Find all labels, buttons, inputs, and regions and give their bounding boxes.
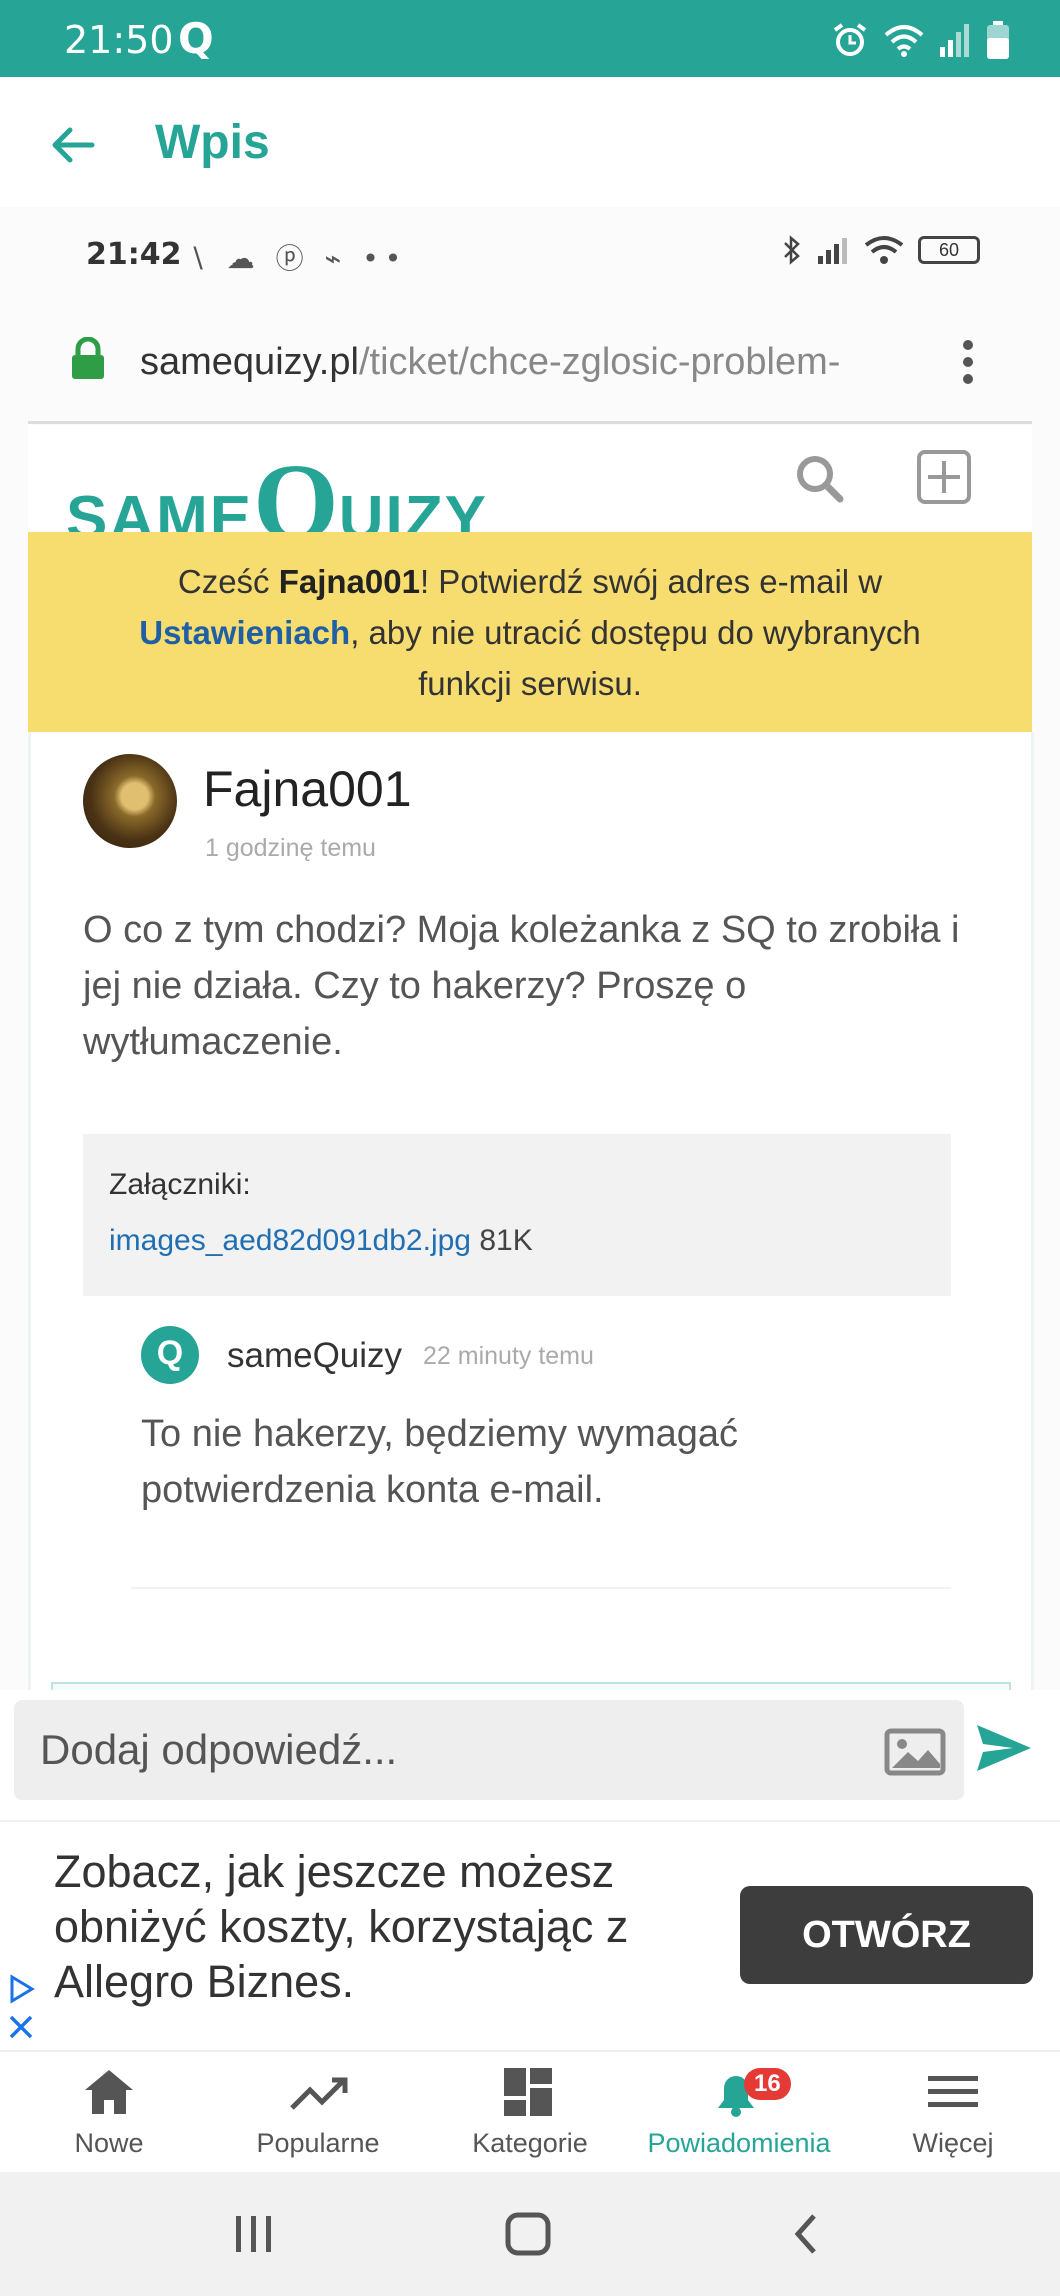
battery-icon <box>987 21 1009 59</box>
reply-bar: Dodaj odpowiedź... <box>0 1690 1060 1820</box>
banner-username: Fajna001 <box>278 563 420 600</box>
inner-status-time: 21:42 <box>86 237 182 272</box>
inner-status-icons: ∖ ☁ ⓟ ⌁ •• <box>188 242 408 275</box>
nav-item-kategorie[interactable]: Kategorie <box>418 2052 642 2174</box>
back-arrow-icon[interactable] <box>48 121 96 169</box>
status-time: 21:50 <box>64 18 174 62</box>
home-icon <box>85 2070 133 2114</box>
reply-time: 22 minuty temu <box>423 1342 594 1370</box>
nav-item-nowe[interactable]: Nowe <box>0 2052 218 2174</box>
reply-input[interactable]: Dodaj odpowiedź... <box>14 1700 964 1800</box>
home-button-icon[interactable] <box>505 2212 551 2256</box>
reply-author[interactable]: sameQuizy <box>227 1336 402 1376</box>
email-verification-banner: Cześć Fajna001! Potwierdź swój adres e-m… <box>28 532 1032 732</box>
status-bar: 21:50 Q <box>0 0 1060 77</box>
notification-badge: 16 <box>744 2068 791 2100</box>
image-attach-icon[interactable] <box>884 1728 946 1776</box>
nav-item-popularne[interactable]: Popularne <box>218 2052 418 2174</box>
menu-icon <box>928 2076 978 2107</box>
attachments-box: Załączniki: images_aed82d091db2.jpg 81K <box>83 1134 951 1296</box>
recent-apps-icon[interactable] <box>232 2214 276 2254</box>
avatar[interactable] <box>83 754 177 848</box>
alarm-icon <box>833 23 867 56</box>
app-bar: Wpis <box>0 77 1060 207</box>
post-text: O co z tym chodzi? Moja koleżanka z SQ t… <box>83 909 960 1063</box>
signal-icon <box>940 24 969 57</box>
send-icon[interactable] <box>975 1723 1033 1773</box>
post-author[interactable]: Fajna001 <box>203 760 412 818</box>
post-time: 1 godzinę temu <box>205 834 376 862</box>
attached-screenshot: 21:42 ∖ ☁ ⓟ ⌁ •• 60 samequizy.pl/ticket/… <box>0 207 1060 1690</box>
page-title: Wpis <box>155 116 270 169</box>
browser-url-bar[interactable]: samequizy.pl/ticket/chce-zglosic-problem… <box>0 307 1060 417</box>
settings-link[interactable]: Ustawieniach <box>139 614 350 651</box>
bluetooth-icon <box>784 235 800 265</box>
nav-item-powiadomienia[interactable]: 16 Powiadomienia <box>632 2052 846 2174</box>
url-divider <box>28 421 1032 424</box>
nav-item-wiecej[interactable]: Więcej <box>846 2052 1060 2174</box>
site-header: SAMEQUIZY <box>28 425 1032 563</box>
reply-form-box <box>51 1682 1011 1690</box>
ad-text: Zobacz, jak jeszcze możesz obniżyć koszt… <box>54 1846 629 2007</box>
attachment-size: 81K <box>479 1224 533 1257</box>
search-icon[interactable] <box>792 451 848 507</box>
samequizy-avatar-icon: Q <box>141 1326 199 1384</box>
reply-divider <box>131 1587 951 1589</box>
back-button-icon[interactable] <box>790 2212 820 2256</box>
adchoices-icon[interactable] <box>8 1974 36 2004</box>
bottom-nav: Nowe Popularne Kategorie 16 Powiadomieni… <box>0 2050 1060 2174</box>
inner-wifi-icon <box>864 236 904 264</box>
battery-level: 60 <box>938 240 960 260</box>
reply-placeholder: Dodaj odpowiedź... <box>40 1726 398 1773</box>
ticket-card: Fajna001 1 godzinę temu O co z tym chodz… <box>28 732 1034 1690</box>
bell-icon <box>718 2076 754 2117</box>
inner-signal-icon <box>818 238 847 264</box>
add-quiz-icon[interactable] <box>916 449 972 505</box>
reply-text: To nie hakerzy, będziemy wymagać potwier… <box>141 1413 738 1511</box>
system-nav-bar <box>0 2172 1060 2296</box>
ad-close-icon[interactable] <box>8 2014 34 2040</box>
attachment-link[interactable]: images_aed82d091db2.jpg <box>109 1224 471 1257</box>
more-options-icon[interactable] <box>958 337 978 387</box>
trending-icon <box>290 2077 348 2110</box>
ad-banner[interactable]: Zobacz, jak jeszcze możesz obniżyć koszt… <box>0 1820 1060 2052</box>
url-domain: samequizy.pl <box>140 341 359 383</box>
app-notification-icon: Q <box>178 14 214 63</box>
dashboard-icon <box>504 2068 552 2116</box>
attachments-label: Załączniki: <box>109 1168 251 1201</box>
wifi-icon <box>884 25 924 57</box>
inner-battery-icon: 60 <box>918 236 980 264</box>
url-path: /ticket/chce-zglosic-problem- <box>358 341 841 383</box>
url-text[interactable]: samequizy.pl/ticket/chce-zglosic-problem… <box>140 341 920 384</box>
lock-icon <box>72 337 104 379</box>
ad-open-button[interactable]: OTWÓRZ <box>740 1886 1033 1984</box>
